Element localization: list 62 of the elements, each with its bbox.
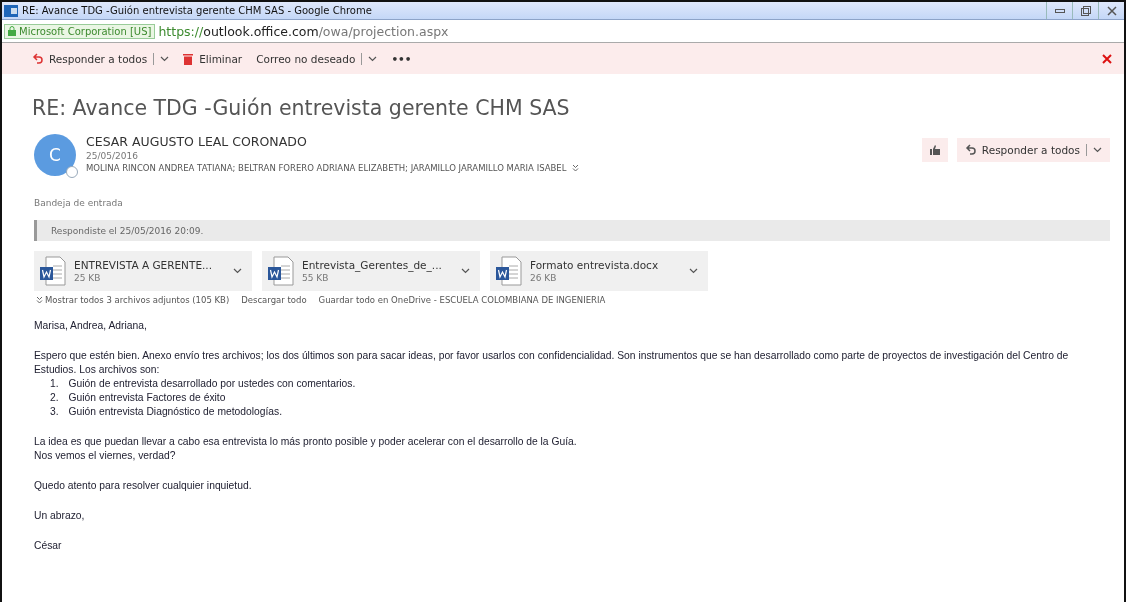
body-line: La idea es que puedan llevar a cabo esa entrevista lo más pronto posible y poder acelerar con el desarrollo de la Guía. (34, 436, 577, 447)
list-item: Guión de entrevista desarrollado por ustedes con comentarios. (68, 377, 356, 391)
attachment-name: Entrevista_Gerentes_de_... (302, 259, 443, 271)
more-button[interactable]: ••• (391, 52, 412, 65)
chevron-down-icon (233, 268, 242, 274)
chevron-down-icon (689, 268, 698, 274)
chevron-down-icon (461, 268, 470, 274)
certificate-badge[interactable]: Microsoft Corporation [US] (4, 23, 156, 39)
attachment-name: ENTREVISTA A GERENTE... (74, 259, 214, 271)
word-document-icon (40, 256, 66, 286)
body-paragraph: Marisa, Andrea, Adriana, (34, 319, 148, 333)
attachment-size: 55 KB (302, 273, 330, 283)
body-paragraph: Un abrazo, (34, 509, 86, 523)
avatar: C (34, 134, 76, 176)
attachment-card[interactable]: Formato entrevista.docx 26 KB (490, 251, 708, 291)
trash-icon (183, 52, 194, 65)
chevron-down-icon (160, 55, 170, 62)
outlook-icon (4, 4, 18, 17)
minimize-icon (1054, 8, 1065, 13)
email-date: 25/05/2016 (86, 151, 139, 161)
url-text[interactable]: https://outlook.office.com/owa/projection.aspx (158, 23, 449, 39)
close-button[interactable] (1102, 53, 1112, 64)
list-item: Guión entrevista Diagnóstico de metodologías. (68, 405, 283, 419)
chevron-down-icon (1093, 147, 1102, 153)
sender-name: CESAR AUGUSTO LEAL CORONADO (86, 134, 308, 149)
reply-all-icon (964, 144, 976, 156)
info-bar: Respondiste el 25/05/2016 20:09. (34, 220, 1110, 241)
expand-icon[interactable] (572, 164, 580, 172)
attachment-card[interactable]: ENTREVISTA A GERENTE... 25 KB (34, 251, 252, 291)
body-line: Nos vemos el viernes, verdad? (34, 450, 176, 461)
download-all-link[interactable]: Descargar todo (241, 295, 307, 305)
restore-icon (1080, 5, 1091, 16)
list-number: 1. (50, 377, 59, 391)
reply-all-button[interactable]: Responder a todos (32, 52, 170, 65)
body-paragraph: César (34, 539, 63, 553)
attachment-size: 25 KB (74, 273, 102, 283)
body-paragraph: Quedo atento para resolver cualquier inquietud. (34, 479, 253, 493)
expand-icon (36, 296, 43, 304)
recipients-text: MOLINA RINCON ANDREA TATIANA; BELTRAN FORERO ADRIANA ELIZABETH; JARAMILLO JARAMILLO MARIA ISABEL (86, 163, 567, 173)
attachment-name: Formato entrevista.docx (530, 259, 660, 271)
show-all-link[interactable]: Mostrar todos 3 archivos adjuntos (105 KB) (36, 295, 230, 305)
save-onedrive-link[interactable]: Guardar todo en OneDrive - ESCUELA COLOMBIANA DE INGENIERIA (318, 295, 606, 305)
list-number: 3. (50, 405, 59, 419)
list-number: 2. (50, 391, 59, 405)
attachment-card[interactable]: Entrevista_Gerentes_de_... 55 KB (262, 251, 480, 291)
email-subject: RE: Avance TDG -Guión entrevista gerente CHM SAS (32, 96, 571, 120)
folder-label: Bandeja de entrada (34, 198, 124, 208)
body-paragraph: Espero que estén bien. Anexo envío tres archivos; los dos últimos son para sacar ideas, por favor usarlos con confidencialidad. Son instrumentos que se han desarrollado como parte de proyectos de investigación del Centro de Estudios. Los archivos son: (34, 349, 1070, 377)
word-document-icon (268, 256, 294, 286)
word-document-icon (496, 256, 522, 286)
delete-button[interactable]: Eliminar (183, 52, 243, 65)
reply-all-button[interactable]: Responder a todos (956, 138, 1110, 162)
junk-button[interactable]: Correo no deseado (256, 52, 378, 65)
window-title: RE: Avance TDG -Guión entrevista gerente CHM SAS - Google Chrome (22, 5, 372, 16)
close-icon (1102, 53, 1112, 64)
like-button[interactable] (921, 138, 948, 162)
reply-all-icon (32, 52, 43, 65)
thumbs-up-icon (929, 145, 940, 155)
attachment-size: 26 KB (530, 273, 558, 283)
chevron-down-icon (368, 55, 378, 62)
list-item: Guión entrevista Factores de éxito (68, 391, 226, 405)
close-icon (1106, 5, 1117, 16)
